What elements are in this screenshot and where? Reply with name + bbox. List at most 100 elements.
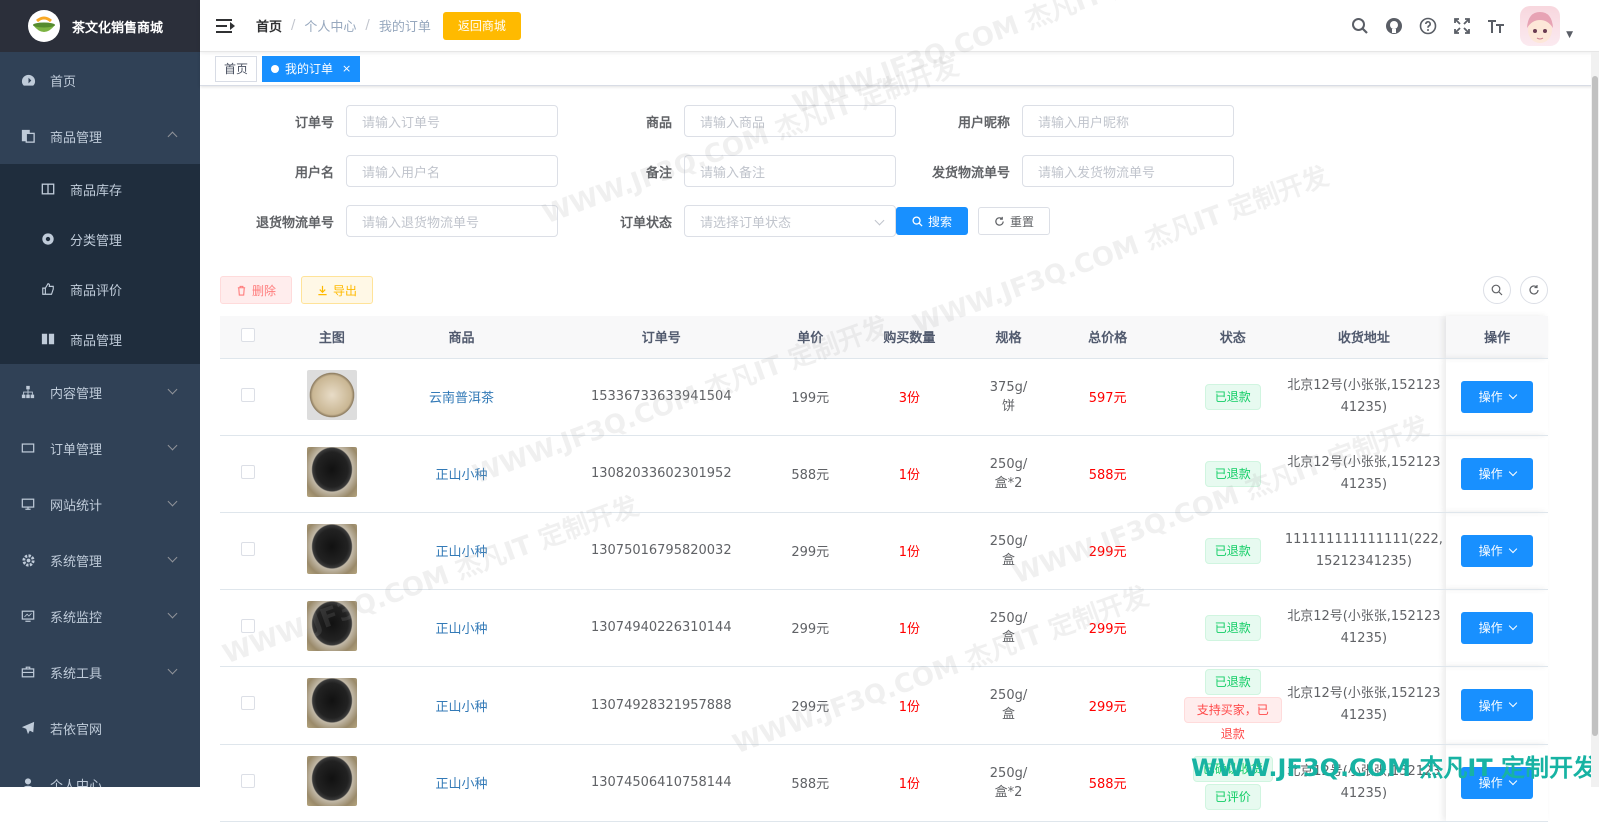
status-select[interactable]: 请选择订单状态 — [684, 205, 896, 237]
row-select-cell[interactable] — [220, 435, 276, 513]
operation-dropdown-button[interactable]: 操作 — [1461, 611, 1534, 644]
op-cell: 操作 — [1446, 512, 1548, 590]
ship-no-input[interactable]: 请输入发货物流单号 — [1022, 155, 1234, 187]
goods-link[interactable]: 正山小种 — [435, 700, 487, 715]
row-checkbox[interactable] — [240, 541, 255, 556]
delete-button[interactable]: 删除 — [220, 276, 293, 304]
sidebar-item-review[interactable]: 商品评价 — [0, 264, 200, 314]
sidebar-item-label: 个人中心 — [50, 778, 103, 788]
breadcrumb-profile[interactable]: 个人中心 — [304, 16, 356, 35]
row-select-cell[interactable] — [220, 512, 276, 590]
github-icon[interactable] — [1384, 16, 1404, 36]
address-text: 北京12号(小张张,15212341235) — [1287, 377, 1441, 415]
product-image[interactable] — [306, 755, 357, 806]
search-button[interactable]: 搜索 — [896, 207, 969, 235]
hamburger-icon[interactable] — [216, 18, 235, 33]
reset-button[interactable]: 重置 — [978, 207, 1051, 235]
row-checkbox[interactable] — [240, 618, 255, 633]
op-cell: 操作 — [1446, 435, 1548, 513]
sidebar-item-category[interactable]: 分类管理 — [0, 214, 200, 264]
select-all-checkbox[interactable] — [240, 327, 255, 342]
caret-down-icon[interactable]: ▼ — [1566, 30, 1573, 40]
select-all-cell[interactable] — [220, 316, 276, 359]
sidebar-item-home[interactable]: 首页 — [0, 52, 200, 108]
goods-link[interactable]: 正山小种 — [435, 777, 487, 792]
sidebar-item-monitor[interactable]: 系统监控 — [0, 588, 200, 644]
goods-link[interactable]: 正山小种 — [435, 545, 487, 560]
fullscreen-icon[interactable] — [1452, 16, 1472, 36]
sidebar-item-tools[interactable]: 系统工具 — [0, 644, 200, 700]
sidebar-item-stock[interactable]: 商品库存 — [0, 164, 200, 214]
total-cell: 299元 — [1031, 666, 1184, 745]
operation-dropdown-button[interactable]: 操作 — [1461, 534, 1534, 567]
username-input[interactable]: 请输入用户名 — [346, 155, 558, 187]
product-image[interactable] — [306, 523, 357, 574]
return-no-input[interactable]: 请输入退货物流单号 — [346, 205, 558, 237]
image-cell — [275, 744, 388, 822]
product-image[interactable] — [306, 369, 357, 420]
row-select-cell[interactable] — [220, 358, 276, 436]
breadcrumb-home[interactable]: 首页 — [256, 16, 282, 35]
sidebar-item-ruoyi[interactable]: 若依官网 — [0, 700, 200, 756]
row-select-cell[interactable] — [220, 744, 276, 822]
sidebar-item-goods-manage[interactable]: 商品管理 — [0, 314, 200, 364]
help-icon[interactable] — [1418, 16, 1438, 36]
main-area: 首页 / 个人中心 / 我的订单 返回商城 ▼ 首页 我的订单 × 订单号 请输… — [200, 0, 1599, 822]
row-select-cell[interactable] — [220, 589, 276, 667]
page-scrollbar[interactable] — [1591, 52, 1599, 787]
export-button[interactable]: 导出 — [301, 276, 374, 304]
refresh-table-button[interactable] — [1520, 276, 1548, 304]
search-icon[interactable] — [1350, 16, 1370, 36]
sidebar-item-stats[interactable]: 网站统计 — [0, 476, 200, 532]
sidebar-item-goods[interactable]: 商品管理 — [0, 108, 200, 164]
product-image[interactable] — [306, 446, 357, 497]
operation-dropdown-button[interactable]: 操作 — [1461, 457, 1534, 490]
tag-my-orders[interactable]: 我的订单 × — [262, 55, 361, 82]
sidebar-item-profile[interactable]: 个人中心 — [0, 756, 200, 787]
app-title: 茶文化销售商城 — [72, 20, 164, 36]
sidebar-item-order[interactable]: 订单管理 — [0, 420, 200, 476]
operation-dropdown-button[interactable]: 操作 — [1461, 689, 1534, 721]
back-to-shop-button[interactable]: 返回商城 — [442, 11, 521, 40]
goods-link[interactable]: 云南普洱茶 — [429, 391, 494, 406]
logo-area[interactable]: 茶文化销售商城 — [0, 0, 200, 52]
sidebar-item-system[interactable]: 系统管理 — [0, 532, 200, 588]
breadcrumb-separator: / — [291, 18, 296, 33]
tag-home[interactable]: 首页 — [215, 55, 258, 82]
product-image[interactable] — [306, 600, 357, 651]
order-no-input[interactable]: 请输入订单号 — [346, 105, 558, 137]
row-checkbox[interactable] — [240, 696, 255, 710]
address-cell: 北京12号(小张张,15212341235) — [1281, 666, 1447, 745]
order-icon — [20, 441, 36, 455]
remark-input[interactable]: 请输入备注 — [684, 155, 896, 187]
status-badge: 已退款 — [1204, 614, 1261, 641]
operation-label: 操作 — [1478, 698, 1503, 713]
goods-link[interactable]: 正山小种 — [435, 468, 487, 483]
sidebar-item-content[interactable]: 内容管理 — [0, 364, 200, 420]
close-icon[interactable]: × — [342, 57, 351, 81]
product-image[interactable] — [306, 678, 357, 728]
operation-dropdown-button[interactable]: 操作 — [1461, 380, 1534, 413]
goods-cell: 正山小种 — [387, 512, 536, 590]
avatar[interactable] — [1520, 6, 1561, 46]
total-cell: 299元 — [1031, 589, 1184, 667]
form-item-remark: 备注 请输入备注 — [558, 155, 896, 187]
row-checkbox[interactable] — [240, 773, 255, 788]
goods-input[interactable]: 请输入商品 — [684, 105, 896, 137]
qty-cell: 1份 — [833, 512, 986, 590]
nickname-input[interactable]: 请输入用户昵称 — [1022, 105, 1234, 137]
row-select-cell[interactable] — [220, 666, 276, 745]
font-size-icon[interactable] — [1486, 16, 1506, 36]
navbar: 首页 / 个人中心 / 我的订单 返回商城 ▼ — [200, 0, 1599, 52]
row-checkbox[interactable] — [240, 387, 255, 402]
chevron-down-icon — [874, 215, 885, 226]
column-header: 状态 — [1183, 316, 1282, 359]
scrollbar-thumb[interactable] — [1592, 76, 1598, 736]
row-checkbox[interactable] — [240, 464, 255, 479]
form-item-nickname: 用户昵称 请输入用户昵称 — [896, 105, 1234, 137]
form-item-status: 订单状态 请选择订单状态 — [558, 205, 896, 237]
goods-link[interactable]: 正山小种 — [435, 622, 487, 637]
address-cell: 111111111111111(222,15212341235) — [1281, 512, 1447, 590]
toggle-search-button[interactable] — [1483, 276, 1511, 304]
order-no-cell: 13082033602301952 — [535, 435, 788, 513]
